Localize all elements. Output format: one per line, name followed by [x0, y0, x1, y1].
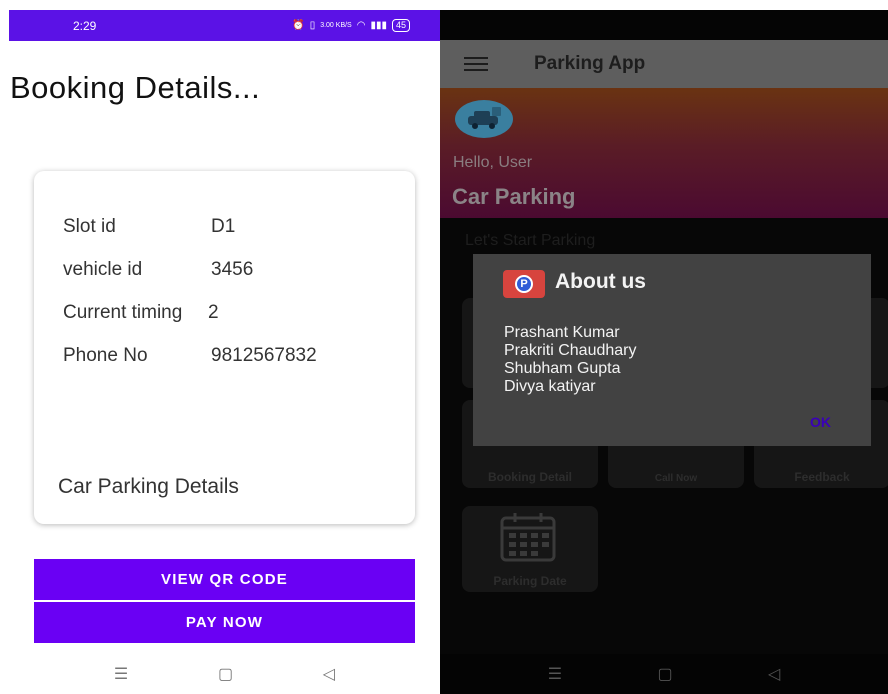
tile-label: Call Now: [654, 473, 698, 484]
page-title: Booking Details...: [10, 70, 261, 105]
wifi-icon: ◠: [356, 20, 366, 31]
detail-value: 2: [208, 302, 219, 323]
parking-date-tile[interactable]: Parking Date: [462, 506, 598, 592]
detail-label: Phone No: [63, 345, 148, 366]
card-footer-label: Car Parking Details: [58, 475, 239, 498]
signal-icon: ▮▮▮: [370, 20, 387, 31]
home-icon[interactable]: ▢: [657, 664, 672, 684]
parking-app-screen: Parking App Hello, User Car Parking Let'…: [440, 10, 888, 694]
app-bar: Parking App: [440, 40, 888, 88]
team-member: Prakriti Chaudhary: [504, 342, 637, 359]
view-qr-code-button[interactable]: VIEW QR CODE: [34, 559, 415, 600]
system-nav-bar: ☰ ▢ ◁: [440, 654, 888, 694]
ok-button[interactable]: OK: [810, 414, 831, 430]
detail-label: vehicle id: [63, 259, 143, 280]
subtitle: Let's Start Parking: [465, 232, 596, 249]
back-icon[interactable]: ◁: [323, 664, 335, 684]
hamburger-icon[interactable]: [464, 57, 488, 71]
back-icon[interactable]: ◁: [768, 664, 780, 684]
team-member: Shubham Gupta: [504, 360, 621, 377]
status-bar-dark: [440, 10, 888, 40]
battery-icon: 45: [391, 19, 410, 32]
detail-label: Current timing: [63, 302, 183, 323]
status-bar: 2:29 ⏰ ▯ 3.00 KB/S ◠ ▮▮▮ 45: [9, 10, 440, 41]
app-title: Parking App: [534, 53, 646, 74]
tile-label: Booking Detail: [487, 470, 572, 484]
team-names: Prashant Kumar Prakriti Chaudhary Shubha…: [504, 324, 637, 396]
drawer-header: Hello, User Car Parking: [440, 88, 888, 218]
greeting: Hello, User: [453, 154, 533, 171]
detail-value: 9812567832: [211, 345, 317, 366]
header-title: Car Parking: [452, 184, 576, 209]
network-speed: 3.00 KB/S: [320, 22, 352, 29]
system-nav-bar: ☰ ▢ ◁: [9, 654, 440, 694]
booking-details-screen: 2:29 ⏰ ▯ 3.00 KB/S ◠ ▮▮▮ 45 Booking Deta…: [9, 10, 440, 694]
parking-pin-icon: P: [503, 270, 545, 298]
calendar-icon: [500, 513, 556, 562]
menu-icon[interactable]: ☰: [114, 664, 128, 684]
home-icon[interactable]: ▢: [218, 664, 233, 684]
team-member: Divya katiyar: [504, 378, 596, 395]
status-time: 2:29: [73, 18, 97, 33]
status-icons: ⏰ ▯ 3.00 KB/S ◠ ▮▮▮ 45: [292, 19, 410, 32]
detail-value: 3456: [211, 259, 254, 280]
about-us-dialog: P About us Prashant Kumar Prakriti Chaud…: [473, 254, 871, 446]
screenshot-root: 2:29 ⏰ ▯ 3.00 KB/S ◠ ▮▮▮ 45 Booking Deta…: [0, 0, 888, 694]
team-member: Prashant Kumar: [504, 324, 620, 341]
detail-label: Slot id: [63, 216, 116, 237]
alarm-icon: ⏰: [292, 20, 305, 31]
menu-icon[interactable]: ☰: [548, 664, 562, 684]
pay-now-button[interactable]: PAY NOW: [34, 602, 415, 643]
vibrate-icon: ▯: [309, 20, 316, 31]
tile-label: Parking Date: [493, 574, 567, 588]
tile-label: Feedback: [794, 470, 850, 484]
booking-details-card: Slot id D1 vehicle id 3456 Current timin…: [34, 171, 415, 524]
dialog-title: About us: [555, 270, 646, 293]
car-parking-icon: [455, 100, 513, 138]
detail-value: D1: [211, 216, 236, 237]
